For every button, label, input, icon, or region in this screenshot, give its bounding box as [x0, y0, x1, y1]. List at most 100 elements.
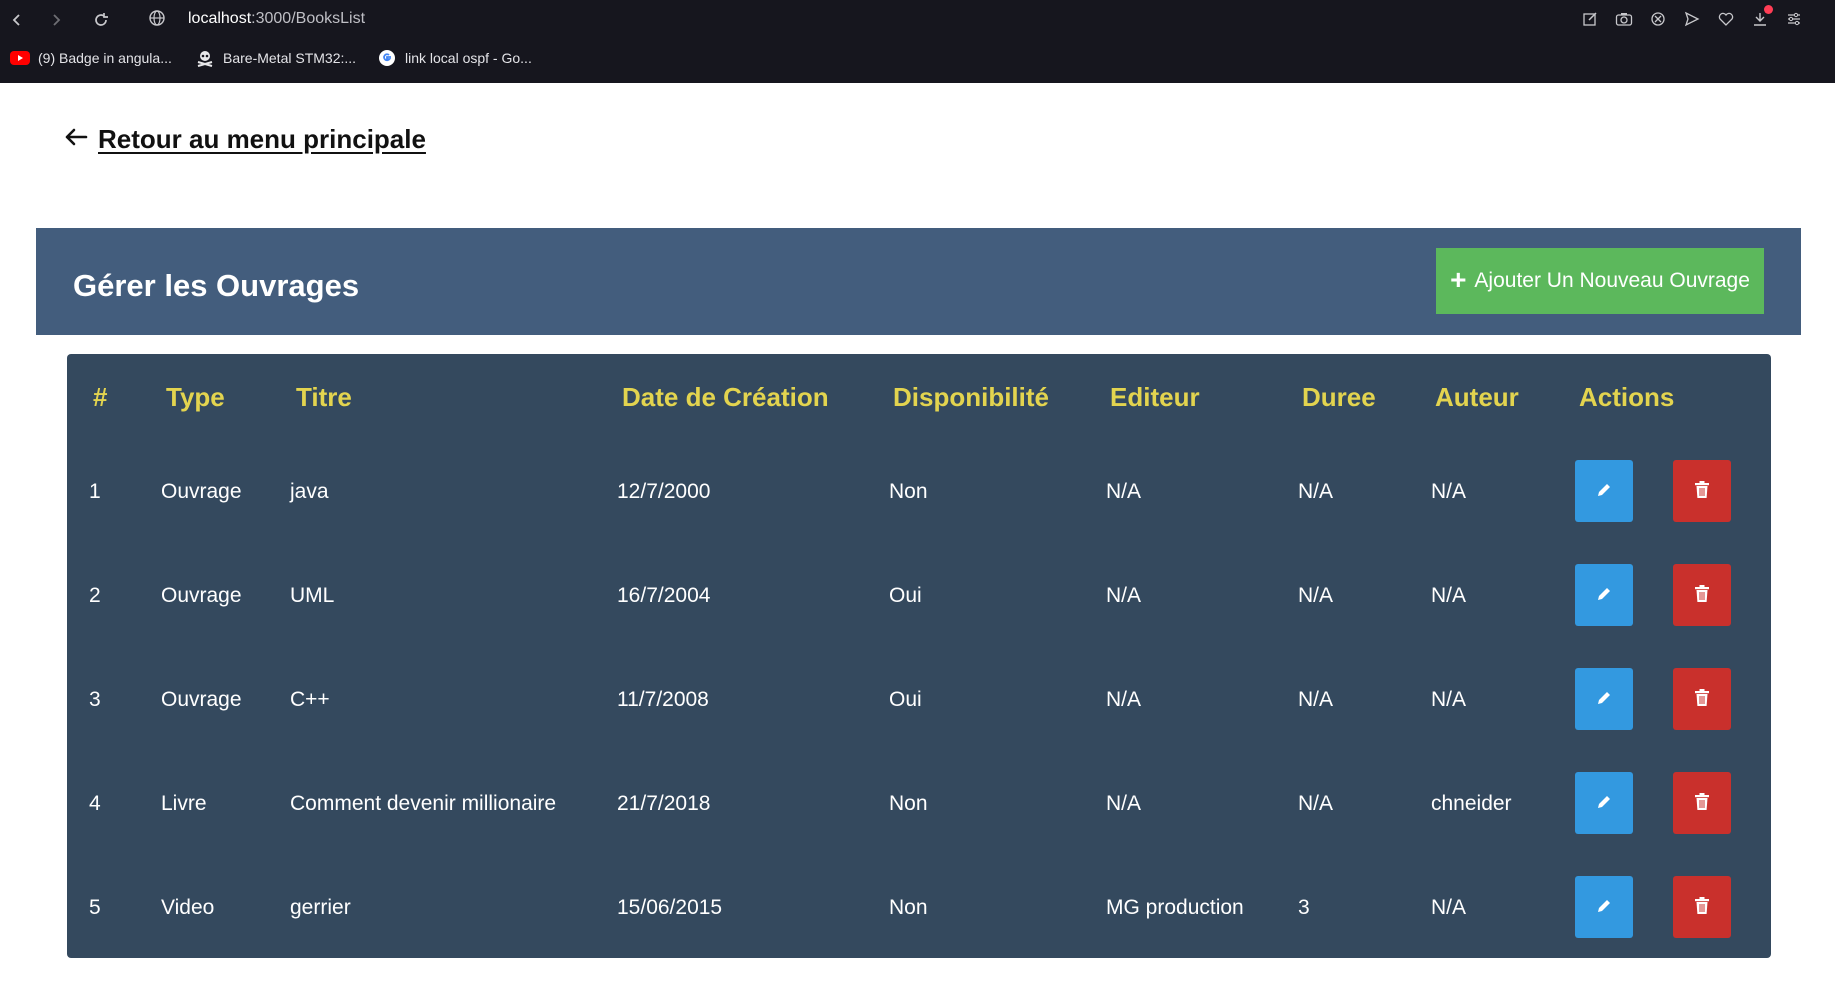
bookmark-label: (9) Badge in angula... [38, 50, 172, 66]
trash-icon [1693, 792, 1711, 815]
pencil-icon [1594, 792, 1614, 815]
edit-page-icon[interactable] [1579, 8, 1601, 30]
cell-id: 3 [89, 688, 101, 711]
cell-date: 12/7/2000 [617, 480, 711, 503]
cell-duree: N/A [1298, 584, 1334, 607]
cell-id: 2 [89, 584, 101, 607]
bookmark-label: Bare-Metal STM32:... [223, 50, 357, 66]
back-nav-icon[interactable] [5, 8, 29, 32]
cell-auteur: N/A [1431, 896, 1467, 919]
google-icon [377, 50, 397, 66]
cell-type: Ouvrage [161, 584, 242, 607]
back-to-menu-link[interactable]: Retour au menu principale [64, 124, 426, 155]
trash-icon [1693, 688, 1711, 711]
page-title: Gérer les Ouvrages [73, 268, 360, 303]
cell-date: 11/7/2008 [617, 688, 709, 711]
pencil-icon [1594, 688, 1614, 711]
bookmark-item[interactable]: (9) Badge in angula... [10, 50, 172, 66]
cell-duree: 3 [1298, 896, 1310, 919]
cell-editeur: N/A [1106, 584, 1142, 607]
browser-toolbar: localhost:3000/BooksList [0, 0, 1835, 40]
cell-disponibilite: Non [889, 792, 928, 815]
cell-titre: C++ [290, 688, 330, 711]
table-title-bar: Gérer les Ouvrages + Ajouter Un Nouveau … [36, 228, 1801, 335]
cell-titre: gerrier [290, 896, 351, 919]
address-bar[interactable]: localhost:3000/BooksList [188, 10, 365, 28]
browser-chrome: localhost:3000/BooksList (9) Badge in an… [0, 0, 1835, 83]
cell-titre: Comment devenir millionaire [290, 792, 557, 815]
header-editeur: Editeur [1110, 382, 1200, 412]
cell-titre: java [290, 480, 329, 503]
cell-editeur: N/A [1106, 480, 1142, 503]
table-row: 2 Ouvrage UML 16/7/2004 Oui N/A N/A N/A [67, 564, 1771, 626]
cell-id: 4 [89, 792, 101, 815]
arrow-left-icon [64, 127, 88, 152]
add-ouvrage-button[interactable]: + Ajouter Un Nouveau Ouvrage [1436, 248, 1764, 314]
heart-icon[interactable] [1715, 8, 1737, 30]
cell-disponibilite: Oui [889, 688, 922, 711]
header-type: Type [166, 382, 225, 412]
cell-auteur: N/A [1431, 480, 1467, 503]
cell-type: Video [161, 896, 215, 919]
cell-disponibilite: Non [889, 480, 928, 503]
table-row: 3 Ouvrage C++ 11/7/2008 Oui N/A N/A N/A [67, 668, 1771, 730]
cell-auteur: N/A [1431, 584, 1467, 607]
pencil-icon [1594, 896, 1614, 919]
header-disponibilite: Disponibilité [893, 382, 1049, 412]
pencil-icon [1594, 480, 1614, 503]
delete-button[interactable] [1673, 668, 1731, 730]
settings-sliders-icon[interactable] [1783, 8, 1805, 30]
cell-editeur: MG production [1106, 896, 1244, 919]
cell-id: 1 [89, 480, 101, 503]
cell-type: Ouvrage [161, 480, 242, 503]
pencil-icon [1594, 584, 1614, 607]
reload-icon[interactable] [89, 8, 113, 32]
delete-button[interactable] [1673, 460, 1731, 522]
skull-icon [195, 50, 215, 67]
table-row: 4 Livre Comment devenir millionaire 21/7… [67, 772, 1771, 834]
cell-editeur: N/A [1106, 688, 1142, 711]
toolbar-actions [1579, 5, 1805, 30]
cell-duree: N/A [1298, 688, 1334, 711]
send-icon[interactable] [1681, 8, 1703, 30]
cell-date: 21/7/2018 [617, 792, 711, 815]
cell-duree: N/A [1298, 480, 1334, 503]
plus-icon: + [1450, 263, 1467, 295]
header-auteur: Auteur [1435, 382, 1519, 412]
edit-button[interactable] [1575, 460, 1633, 522]
ouvrages-table: # Type Titre Date de Création Disponibil… [67, 354, 1771, 958]
cell-id: 5 [89, 896, 101, 919]
cell-type: Livre [161, 792, 207, 815]
camera-icon[interactable] [1613, 8, 1635, 30]
edit-button[interactable] [1575, 668, 1633, 730]
trash-icon [1693, 584, 1711, 607]
header-duree: Duree [1302, 382, 1376, 412]
bookmarks-bar: (9) Badge in angula... Bare-Metal STM32:… [0, 46, 1835, 74]
edit-button[interactable] [1575, 564, 1633, 626]
table-row: 1 Ouvrage java 12/7/2000 Non N/A N/A N/A [67, 460, 1771, 522]
url-path: :3000/BooksList [251, 10, 366, 27]
edit-button[interactable] [1575, 772, 1633, 834]
bookmark-item[interactable]: link local ospf - Go... [377, 50, 532, 66]
delete-button[interactable] [1673, 876, 1731, 938]
youtube-icon [10, 50, 30, 66]
header-actions: Actions [1579, 382, 1675, 412]
delete-button[interactable] [1673, 772, 1731, 834]
back-link-label: Retour au menu principale [98, 124, 426, 154]
cell-disponibilite: Oui [889, 584, 922, 607]
trash-icon [1693, 480, 1711, 503]
cell-disponibilite: Non [889, 896, 928, 919]
block-icon[interactable] [1647, 8, 1669, 30]
cell-duree: N/A [1298, 792, 1334, 815]
edit-button[interactable] [1575, 876, 1633, 938]
add-button-label: Ajouter Un Nouveau Ouvrage [1474, 269, 1750, 292]
cell-editeur: N/A [1106, 792, 1142, 815]
delete-button[interactable] [1673, 564, 1731, 626]
cell-date: 16/7/2004 [617, 584, 711, 607]
cell-date: 15/06/2015 [617, 896, 723, 919]
bookmark-item[interactable]: Bare-Metal STM32:... [195, 50, 357, 67]
table-row: 5 Video gerrier 15/06/2015 Non MG produc… [67, 876, 1771, 938]
forward-nav-icon[interactable] [44, 8, 68, 32]
header-date: Date de Création [622, 382, 829, 412]
download-icon[interactable] [1749, 5, 1773, 30]
